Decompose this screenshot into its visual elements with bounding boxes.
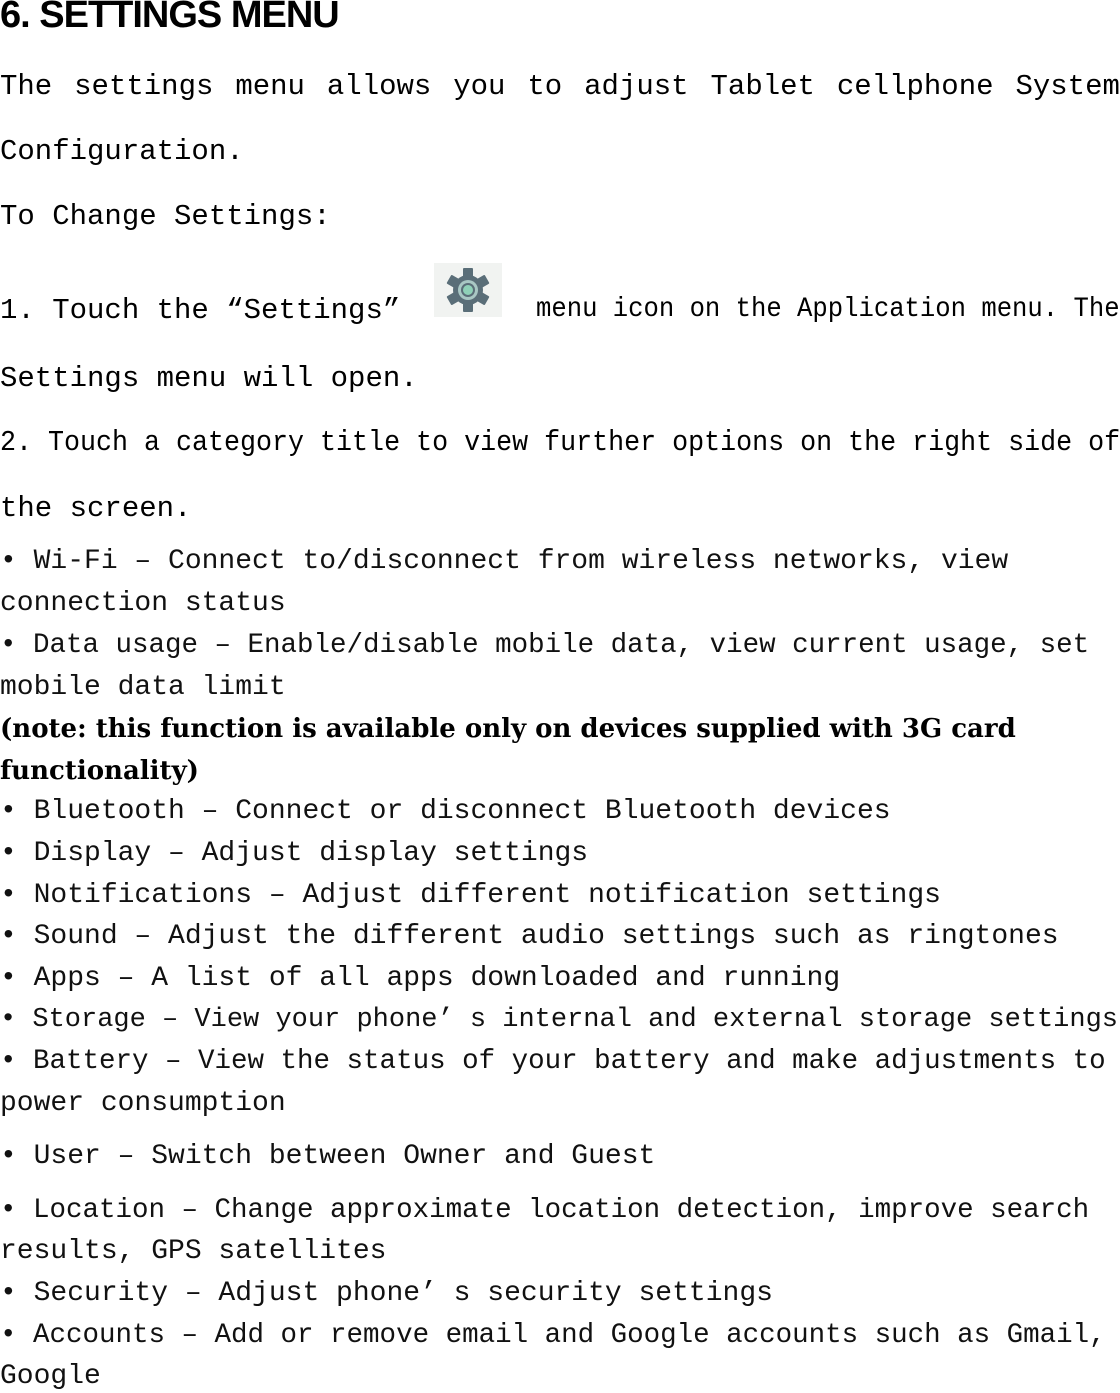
- intro-word: to: [527, 70, 563, 103]
- list-item-storage: • Storage – View your phone’ s internal …: [0, 1005, 1118, 1035]
- change-settings-label: To Change Settings:: [0, 200, 331, 233]
- list-item-location-cont: results, GPS satellites: [0, 1236, 387, 1267]
- intro-word: The: [0, 70, 53, 103]
- list-item-wifi: • Wi-Fi – Connect to/disconnect from wir…: [0, 546, 1009, 577]
- list-item-apps: • Apps – A list of all apps downloaded a…: [0, 963, 841, 994]
- step-1-text: 1. Touch the “Settings”: [0, 294, 401, 327]
- intro-word: settings: [74, 70, 214, 103]
- intro-line-2: Configuration.: [0, 135, 244, 168]
- step-2-text: 2. Touch a category title to view furthe…: [0, 426, 1120, 459]
- list-item-display: • Display – Adjust display settings: [0, 838, 589, 869]
- settings-gear-icon: [434, 263, 502, 317]
- list-item-security: • Security – Adjust phone’ s security se…: [0, 1278, 773, 1309]
- step-2-continuation: the screen.: [0, 492, 192, 525]
- intro-word: System: [1015, 70, 1120, 103]
- data-usage-note: (note: this function is available only o…: [0, 714, 1016, 744]
- page-title: 6. SETTINGS MENU: [0, 0, 340, 36]
- intro-word: adjust: [584, 70, 689, 103]
- list-item-battery: • Battery – View the status of your batt…: [0, 1046, 1106, 1077]
- list-item-location: • Location – Change approximate location…: [0, 1195, 1090, 1226]
- list-item-bluetooth: • Bluetooth – Connect or disconnect Blue…: [0, 796, 891, 827]
- list-item-sound: • Sound – Adjust the different audio set…: [0, 921, 1059, 952]
- list-item-data-usage-cont: mobile data limit: [0, 672, 286, 703]
- step-1-text-after: menu icon on the Application menu. The: [536, 294, 1120, 325]
- intro-word: Tablet: [710, 70, 815, 103]
- list-item-notifications: • Notifications – Adjust different notif…: [0, 880, 941, 911]
- list-item-accounts: • Accounts – Add or remove email and Goo…: [0, 1320, 1106, 1351]
- list-item-user: • User – Switch between Owner and Guest: [0, 1141, 656, 1172]
- intro-word: menu: [235, 70, 305, 103]
- intro-line-1: The settings menu allows you to adjust T…: [0, 70, 1120, 103]
- intro-word: allows: [326, 70, 432, 103]
- list-item-battery-cont: power consumption: [0, 1088, 286, 1119]
- list-item-accounts-cont: Google: [0, 1361, 101, 1392]
- data-usage-note-cont: functionality): [0, 756, 199, 786]
- list-item-data-usage: • Data usage – Enable/disable mobile dat…: [0, 630, 1090, 661]
- list-item-wifi-cont: connection status: [0, 588, 286, 619]
- intro-word: cellphone: [836, 70, 994, 103]
- step-1-continuation: Settings menu will open.: [0, 362, 418, 395]
- intro-word: you: [453, 70, 506, 103]
